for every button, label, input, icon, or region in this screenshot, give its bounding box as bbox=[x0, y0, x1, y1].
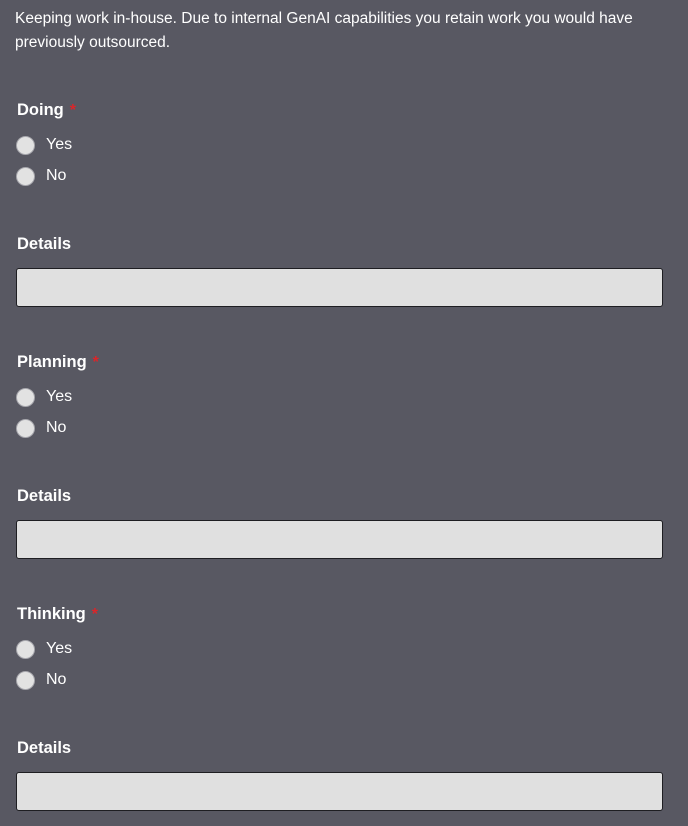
radio-label: Yes bbox=[46, 136, 73, 153]
radio-planning-no[interactable]: No bbox=[16, 417, 66, 439]
question-label: Planning * bbox=[17, 352, 99, 373]
radio-button-circle[interactable] bbox=[16, 670, 35, 690]
required-asterisk: * bbox=[69, 102, 76, 119]
question-label: Doing * bbox=[17, 100, 76, 121]
radio-button-circle[interactable] bbox=[16, 418, 35, 438]
question-doing: Doing * Yes No Details bbox=[0, 100, 688, 352]
details-input-planning[interactable] bbox=[16, 520, 663, 559]
details-input-doing[interactable] bbox=[16, 268, 663, 307]
question-planning: Planning * Yes No Details bbox=[0, 352, 688, 604]
radio-thinking-no[interactable]: No bbox=[16, 669, 66, 691]
radio-button-circle[interactable] bbox=[16, 639, 35, 659]
required-asterisk: * bbox=[91, 606, 98, 623]
question-label-text: Thinking bbox=[17, 605, 86, 623]
question-label-text: Doing bbox=[17, 101, 64, 119]
question-thinking: Thinking * Yes No Details bbox=[0, 604, 688, 826]
radio-label: Yes bbox=[46, 640, 73, 657]
radio-doing-no[interactable]: No bbox=[16, 165, 66, 187]
radio-label: No bbox=[46, 671, 67, 688]
details-label: Details bbox=[17, 235, 72, 253]
question-label: Thinking * bbox=[17, 604, 98, 625]
details-input-thinking[interactable] bbox=[16, 772, 663, 811]
radio-button-circle[interactable] bbox=[16, 135, 35, 155]
details-label: Details bbox=[17, 739, 72, 757]
intro-text: Keeping work in-house. Due to internal G… bbox=[15, 10, 633, 51]
radio-doing-yes[interactable]: Yes bbox=[16, 134, 72, 156]
radio-planning-yes[interactable]: Yes bbox=[16, 386, 72, 408]
radio-label: Yes bbox=[46, 388, 73, 405]
required-asterisk: * bbox=[92, 354, 99, 371]
radio-label: No bbox=[46, 419, 67, 436]
radio-label: No bbox=[46, 167, 67, 184]
radio-thinking-yes[interactable]: Yes bbox=[16, 638, 72, 660]
radio-button-circle[interactable] bbox=[16, 166, 35, 186]
question-label-text: Planning bbox=[17, 353, 87, 371]
details-label: Details bbox=[17, 487, 72, 505]
radio-button-circle[interactable] bbox=[16, 387, 35, 407]
